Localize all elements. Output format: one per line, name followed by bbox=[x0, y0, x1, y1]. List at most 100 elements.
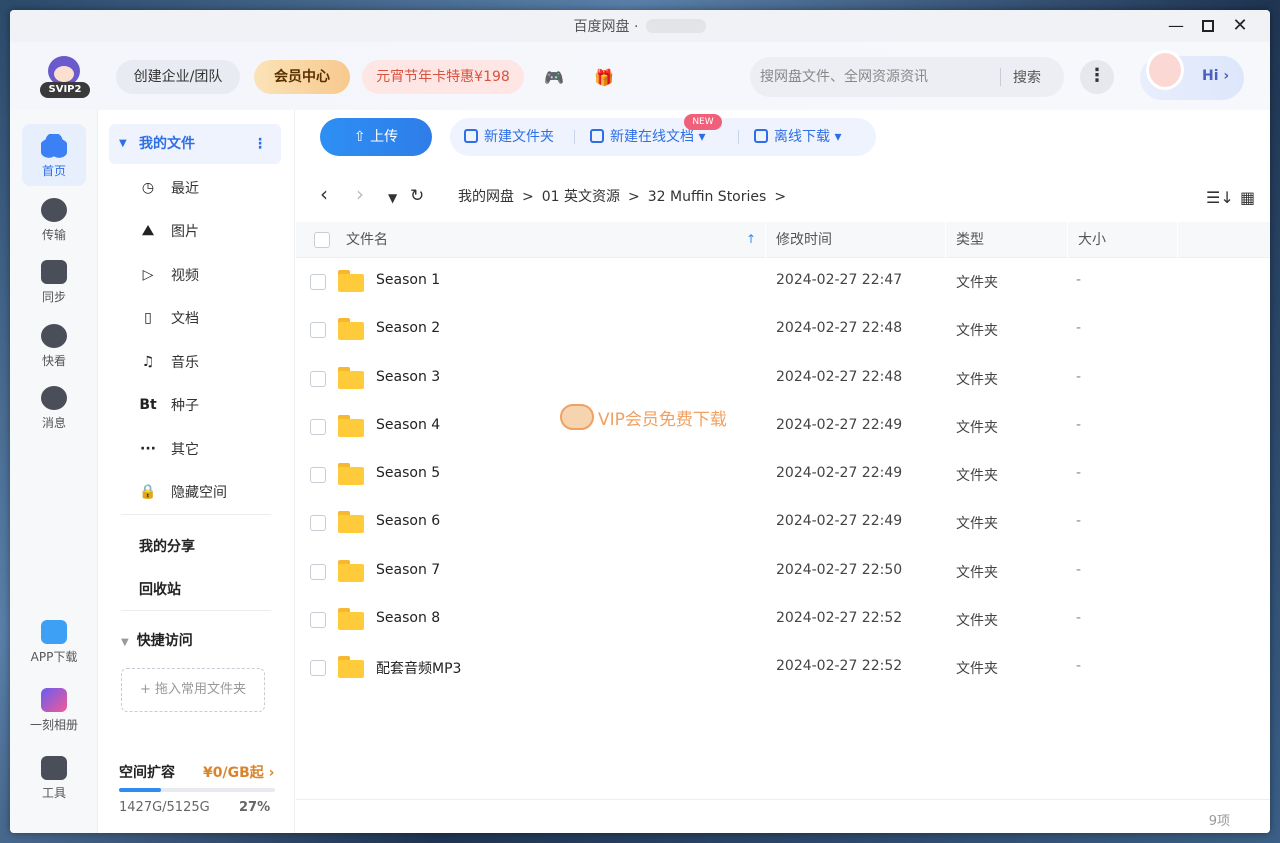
column-name[interactable]: 文件名 bbox=[336, 222, 766, 258]
file-size: - bbox=[1076, 272, 1082, 288]
back-icon[interactable]: ‹ bbox=[320, 184, 328, 204]
sidebar-item-recent[interactable]: ◷ 最近 bbox=[139, 176, 199, 200]
table-row[interactable]: Season 3 2024-02-27 22:48 文件夹 - bbox=[296, 355, 1270, 403]
upload-button[interactable]: ⇧ 上传 bbox=[320, 118, 432, 156]
breadcrumb-item[interactable]: 我的网盘 bbox=[458, 189, 514, 205]
album-icon bbox=[41, 688, 67, 712]
file-type: 文件夹 bbox=[956, 516, 998, 533]
file-modified: 2024-02-27 22:50 bbox=[776, 561, 903, 578]
select-all-checkbox[interactable] bbox=[314, 232, 330, 248]
close-button[interactable]: ✕ bbox=[1230, 16, 1250, 36]
more-menu-button[interactable]: ⋮ bbox=[1080, 60, 1114, 94]
minimize-button[interactable]: — bbox=[1166, 16, 1186, 36]
capacity-title: 空间扩容 bbox=[119, 765, 175, 781]
sidebar-item-hidden-space[interactable]: 🔒 隐藏空间 bbox=[139, 480, 227, 504]
row-checkbox[interactable] bbox=[310, 274, 326, 290]
file-size: - bbox=[1076, 416, 1082, 433]
table-row[interactable]: Season 6 2024-02-27 22:49 文件夹 - bbox=[296, 499, 1270, 547]
file-name[interactable]: Season 4 bbox=[376, 417, 440, 433]
gift-icon[interactable]: 🎁 bbox=[593, 70, 615, 86]
refresh-icon[interactable]: ↻ bbox=[410, 186, 424, 206]
new-folder-button[interactable]: 新建文件夹 bbox=[464, 118, 554, 156]
table-row[interactable]: Season 7 2024-02-27 22:50 文件夹 - bbox=[296, 548, 1270, 596]
table-row[interactable]: Season 4 2024-02-27 22:49 文件夹 - bbox=[296, 403, 1270, 451]
row-checkbox[interactable] bbox=[310, 418, 326, 435]
rail-item-home[interactable]: 首页 bbox=[22, 124, 86, 186]
row-checkbox[interactable] bbox=[310, 660, 326, 677]
column-modified[interactable]: 修改时间 bbox=[766, 222, 946, 258]
quick-access-header[interactable]: ▼ 快捷访问 bbox=[121, 630, 193, 650]
rail-item-message[interactable]: 消息 bbox=[22, 376, 86, 438]
my-share-link[interactable]: 我的分享 bbox=[139, 536, 195, 556]
file-name[interactable]: Season 1 bbox=[376, 272, 440, 288]
forward-icon[interactable]: › bbox=[356, 184, 364, 204]
status-footer: 9项 bbox=[296, 799, 1270, 833]
search-input[interactable] bbox=[750, 69, 1000, 85]
file-modified: 2024-02-27 22:47 bbox=[776, 272, 903, 288]
game-icon[interactable]: 🎮 bbox=[543, 70, 565, 86]
recycle-bin-link[interactable]: 回收站 bbox=[139, 579, 181, 599]
assistant-avatar-icon bbox=[1146, 50, 1184, 90]
download-icon bbox=[754, 129, 768, 143]
file-name[interactable]: Season 5 bbox=[376, 465, 440, 481]
app-download-icon bbox=[41, 620, 67, 644]
table-row[interactable]: Season 5 2024-02-27 22:49 文件夹 - bbox=[296, 451, 1270, 499]
rail-label: 快看 bbox=[41, 354, 66, 368]
history-dropdown-icon[interactable]: ▼ bbox=[388, 188, 397, 208]
sort-icon[interactable]: ☰↓ bbox=[1206, 188, 1234, 207]
bt-icon: Bt bbox=[139, 397, 157, 413]
table-row[interactable]: Season 2 2024-02-27 22:48 文件夹 - bbox=[296, 306, 1270, 354]
table-row[interactable]: Season 8 2024-02-27 22:52 文件夹 - bbox=[296, 596, 1270, 644]
file-name[interactable]: 配套音频MP3 bbox=[376, 658, 461, 678]
sidebar-item-other[interactable]: ··· 其它 bbox=[139, 437, 199, 461]
file-name[interactable]: Season 3 bbox=[376, 369, 440, 385]
maximize-button[interactable] bbox=[1198, 16, 1218, 36]
sidebar-item-images[interactable]: ⛰ 图片 bbox=[139, 219, 199, 243]
rail-item-album[interactable]: 一刻相册 bbox=[22, 678, 86, 740]
rail-label: 首页 bbox=[41, 164, 66, 178]
row-checkbox[interactable] bbox=[310, 563, 326, 580]
sidebar-item-docs[interactable]: ▯ 文档 bbox=[139, 306, 199, 330]
row-checkbox[interactable] bbox=[310, 322, 326, 339]
offline-download-button[interactable]: 离线下载 ▾ bbox=[754, 118, 841, 156]
promo-button[interactable]: 元宵节年卡特惠¥198 bbox=[362, 60, 524, 94]
rail-item-app-download[interactable]: APP下载 bbox=[22, 610, 86, 672]
row-checkbox[interactable] bbox=[310, 515, 326, 532]
breadcrumb-item[interactable]: 32 Muffin Stories bbox=[648, 189, 767, 205]
file-name[interactable]: Season 6 bbox=[376, 513, 440, 529]
hi-label: Hi › bbox=[1202, 68, 1230, 84]
assistant-button[interactable]: Hi › bbox=[1140, 50, 1244, 100]
file-name[interactable]: Season 2 bbox=[376, 320, 440, 336]
rail-item-sync[interactable]: 同步 bbox=[22, 250, 86, 312]
column-type[interactable]: 类型 bbox=[946, 222, 1068, 258]
my-files-header[interactable]: ▼ 我的文件 ⋮ bbox=[109, 124, 281, 164]
sidebar-item-videos[interactable]: ▷ 视频 bbox=[139, 263, 199, 287]
vip-center-button[interactable]: 会员中心 bbox=[254, 60, 350, 94]
kebab-icon[interactable]: ⋮ bbox=[253, 124, 267, 164]
sidebar-item-music[interactable]: ♫ 音乐 bbox=[139, 350, 199, 374]
search-button[interactable]: 搜索 bbox=[1001, 67, 1053, 87]
grid-view-icon[interactable]: ▦ bbox=[1240, 188, 1255, 207]
file-name[interactable]: Season 7 bbox=[376, 562, 440, 578]
user-avatar[interactable]: SVIP2 bbox=[40, 56, 90, 100]
rail-item-transfer[interactable]: 传输 bbox=[22, 188, 86, 250]
new-doc-label: 新建在线文档 ▾ bbox=[610, 129, 706, 145]
file-name[interactable]: Season 8 bbox=[376, 610, 440, 626]
new-badge: NEW bbox=[684, 114, 722, 130]
clock-icon: ◷ bbox=[141, 180, 155, 196]
breadcrumb-item[interactable]: 01 英文资源 bbox=[542, 189, 620, 205]
sidebar-item-label: 图片 bbox=[171, 224, 199, 240]
column-size[interactable]: 大小 bbox=[1068, 222, 1178, 258]
row-checkbox[interactable] bbox=[310, 612, 326, 629]
table-row[interactable]: 配套音频MP3 2024-02-27 22:52 文件夹 - bbox=[296, 644, 1270, 692]
table-row[interactable]: Season 1 2024-02-27 22:47 文件夹 - bbox=[296, 258, 1270, 306]
row-checkbox[interactable] bbox=[310, 467, 326, 484]
sidebar-item-torrents[interactable]: Bt 种子 bbox=[139, 393, 199, 417]
rail-item-tools[interactable]: 工具 bbox=[22, 746, 86, 808]
create-team-button[interactable]: 创建企业/团队 bbox=[116, 60, 240, 94]
drop-folder-zone[interactable]: + 拖入常用文件夹 bbox=[121, 668, 265, 712]
rail-item-watch[interactable]: 快看 bbox=[22, 314, 86, 376]
folder-icon bbox=[338, 270, 364, 292]
row-checkbox[interactable] bbox=[310, 370, 326, 387]
capacity-upgrade-link[interactable]: ¥0/GB起 › bbox=[203, 762, 274, 782]
